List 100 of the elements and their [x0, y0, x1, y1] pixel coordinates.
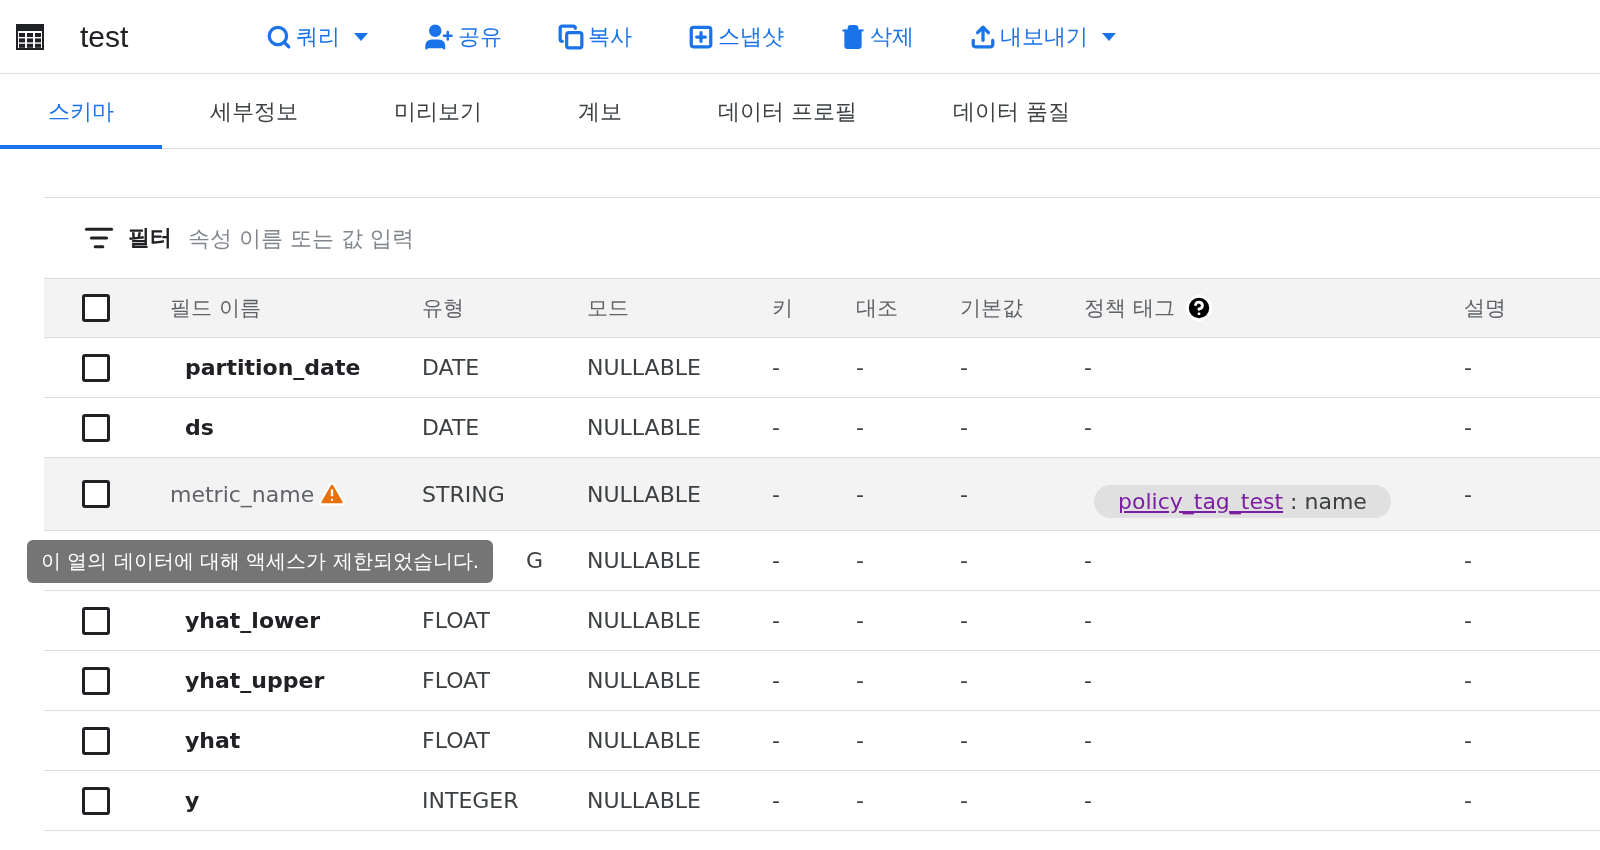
table-cell-text: NULLABLE: [587, 668, 702, 693]
column-header: 정책 태그: [1084, 295, 1175, 322]
table-cell-text: -: [1464, 728, 1473, 753]
table-cell-text: NULLABLE: [587, 728, 702, 753]
table-cell-text: -: [960, 548, 969, 573]
table-cell-text: -: [1464, 548, 1473, 573]
delete-button[interactable]: 삭제: [840, 21, 914, 52]
row-checkbox[interactable]: [82, 666, 110, 695]
field-name: partition_date: [184, 355, 361, 380]
field-name: metric_name: [170, 481, 315, 507]
field-name: yhat: [184, 728, 241, 753]
table-cell-text: -: [772, 728, 781, 753]
tab[interactable]: 계보: [530, 74, 670, 149]
column-header: 필드 이름: [170, 295, 262, 322]
table-cell-text: -: [772, 608, 781, 633]
row-checkbox[interactable]: [82, 726, 110, 755]
table-cell-text: NULLABLE: [587, 608, 702, 633]
table-cell-text: -: [1084, 788, 1093, 813]
copy-icon: [558, 23, 584, 50]
column-header: 설명: [1464, 295, 1507, 322]
table-cell-text: -: [1084, 608, 1093, 633]
row-checkbox[interactable]: [82, 480, 110, 508]
table-cell-text: FLOAT: [422, 668, 491, 693]
policy-tag-column: : name: [1283, 488, 1367, 514]
snapshot-button[interactable]: 스냅샷: [688, 21, 784, 52]
policy-tag-link[interactable]: policy_tag_test: [1118, 488, 1284, 514]
warning-icon: [318, 480, 347, 508]
table-cell-text: -: [1084, 548, 1093, 573]
tab[interactable]: 데이터 프로필: [670, 74, 905, 149]
table-cell-text: DATE: [422, 355, 481, 380]
search-icon: [266, 23, 292, 50]
table-cell-text: NULLABLE: [587, 415, 702, 440]
field-name: yhat_lower: [184, 608, 321, 633]
table-cell-text: -: [960, 608, 969, 633]
table-cell-text: -: [772, 415, 781, 440]
table-cell-text: -: [1084, 728, 1093, 753]
table-cell-text: -: [856, 355, 865, 380]
help-icon[interactable]: [1184, 294, 1213, 322]
table-cell-text: -: [1464, 481, 1473, 507]
table-cell-text: -: [772, 788, 781, 813]
table-cell-text: -: [960, 415, 969, 440]
upload-icon: [970, 23, 996, 50]
table-cell-text: FLOAT: [422, 608, 491, 633]
tab[interactable]: 세부정보: [162, 74, 346, 149]
table-icon: [16, 23, 44, 50]
table-cell-text: DATE: [422, 415, 481, 440]
table-cell-text: -: [856, 608, 865, 633]
table-cell-text: -: [960, 728, 969, 753]
table-cell-text: -: [960, 481, 969, 507]
table-cell-text: -: [772, 548, 781, 573]
field-name: ds: [184, 415, 214, 440]
tooltip: 이 열의 데이터에 대해 액세스가 제한되었습니다.: [27, 540, 494, 583]
table-cell-text: -: [856, 668, 865, 693]
column-header: 유형: [422, 295, 465, 322]
table-cell-text: -: [772, 668, 781, 693]
table-cell-text: -: [1464, 788, 1473, 813]
table-cell-text: -: [960, 668, 969, 693]
tab[interactable]: 데이터 품질: [905, 74, 1118, 149]
table-cell-text: -: [1464, 355, 1473, 380]
table-cell-text: NULLABLE: [587, 355, 702, 380]
table-cell-text: -: [856, 728, 865, 753]
table-cell-text: FLOAT: [422, 728, 491, 753]
query-button[interactable]: 쿼리: [266, 21, 368, 52]
table-cell-text: NULLABLE: [587, 548, 702, 573]
plus-square-icon: [688, 23, 714, 50]
field-name: yhat_upper: [184, 668, 325, 693]
table-cell-text: -: [1464, 608, 1473, 633]
trash-icon: [840, 23, 866, 50]
column-header: 기본값: [960, 295, 1024, 322]
table-cell-text: -: [772, 355, 781, 380]
table-cell-text: -: [1084, 355, 1093, 380]
table-cell-text: INTEGER: [422, 788, 520, 813]
column-header: 모드: [587, 295, 630, 322]
tab[interactable]: 스키마: [0, 74, 162, 149]
table-cell-text: -: [856, 481, 865, 507]
table-cell-text: -: [1084, 415, 1093, 440]
copy-button[interactable]: 복사: [558, 21, 632, 52]
table-cell-text: -: [960, 788, 969, 813]
table-cell-text: -: [1464, 415, 1473, 440]
row-checkbox[interactable]: [82, 606, 110, 635]
column-header: 대조: [856, 295, 899, 322]
table-cell-text: -: [1464, 668, 1473, 693]
filter-label: 필터: [128, 224, 172, 252]
table-title: test: [80, 19, 130, 54]
select-all-checkbox[interactable]: [82, 294, 110, 322]
table-cell-text: -: [960, 355, 969, 380]
table-cell-text: NULLABLE: [587, 788, 702, 813]
table-cell-text: -: [856, 548, 865, 573]
tab[interactable]: 미리보기: [346, 74, 530, 149]
table-cell-text: NULLABLE: [587, 481, 702, 507]
table-cell-text: -: [856, 415, 865, 440]
row-checkbox[interactable]: [82, 353, 110, 382]
row-checkbox[interactable]: [82, 786, 110, 815]
share-button[interactable]: 공유: [424, 21, 502, 52]
column-header: 키: [772, 295, 794, 322]
table-cell-text: -: [1084, 668, 1093, 693]
field-name: y: [184, 788, 200, 813]
export-button[interactable]: 내보내기: [970, 21, 1116, 52]
row-checkbox[interactable]: [82, 413, 110, 442]
table-cell-text: -: [772, 481, 781, 507]
